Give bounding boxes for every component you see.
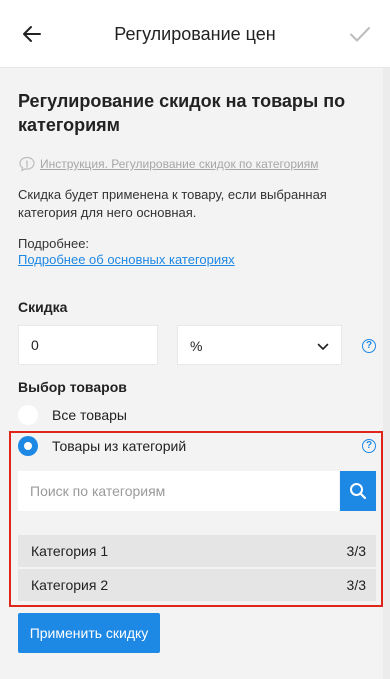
goods-selection-label: Выбор товаров	[18, 379, 127, 395]
discount-unit-value: %	[190, 338, 203, 354]
instruction-link[interactable]: Инструкция. Регулирование скидок по кате…	[18, 156, 318, 172]
search-button[interactable]	[340, 471, 376, 511]
section-title: Регулирование скидок на товары по катего…	[18, 91, 346, 135]
category-row[interactable]: Категория 2 3/3	[18, 569, 376, 601]
top-bar: Регулирование цен	[0, 0, 390, 68]
search-icon	[350, 483, 367, 500]
category-name: Категория 1	[31, 543, 109, 559]
discount-unit-select[interactable]: %	[177, 325, 342, 365]
main-content: Регулирование скидок на товары по катего…	[0, 68, 390, 679]
main-categories-link[interactable]: Подробнее об основных категориях	[18, 252, 235, 267]
page-title: Регулирование цен	[114, 24, 276, 44]
category-row[interactable]: Категория 1 3/3	[18, 535, 376, 567]
category-name: Категория 2	[31, 577, 109, 593]
apply-discount-button[interactable]: Применить скидку	[18, 613, 160, 653]
discount-label: Скидка	[18, 299, 68, 315]
scrollbar[interactable]	[383, 68, 390, 679]
speech-bubble-info-icon	[18, 156, 36, 172]
discount-value-input[interactable]	[18, 325, 158, 365]
category-count: 3/3	[346, 577, 366, 593]
category-search-input[interactable]	[18, 471, 339, 511]
description-text: Скидка будет применена к товару, если вы…	[18, 187, 327, 220]
chevron-down-icon	[317, 340, 329, 352]
radio-button[interactable]	[18, 405, 38, 425]
radio-all-goods[interactable]: Все товары	[18, 404, 127, 426]
more-info-label: Подробнее:	[18, 236, 90, 251]
radio-label: Все товары	[52, 407, 127, 423]
discount-help-icon[interactable]: ?	[362, 339, 376, 353]
confirm-check-icon[interactable]	[348, 22, 372, 46]
instruction-link-text[interactable]: Инструкция. Регулирование скидок по кате…	[40, 157, 318, 171]
category-count: 3/3	[346, 543, 366, 559]
